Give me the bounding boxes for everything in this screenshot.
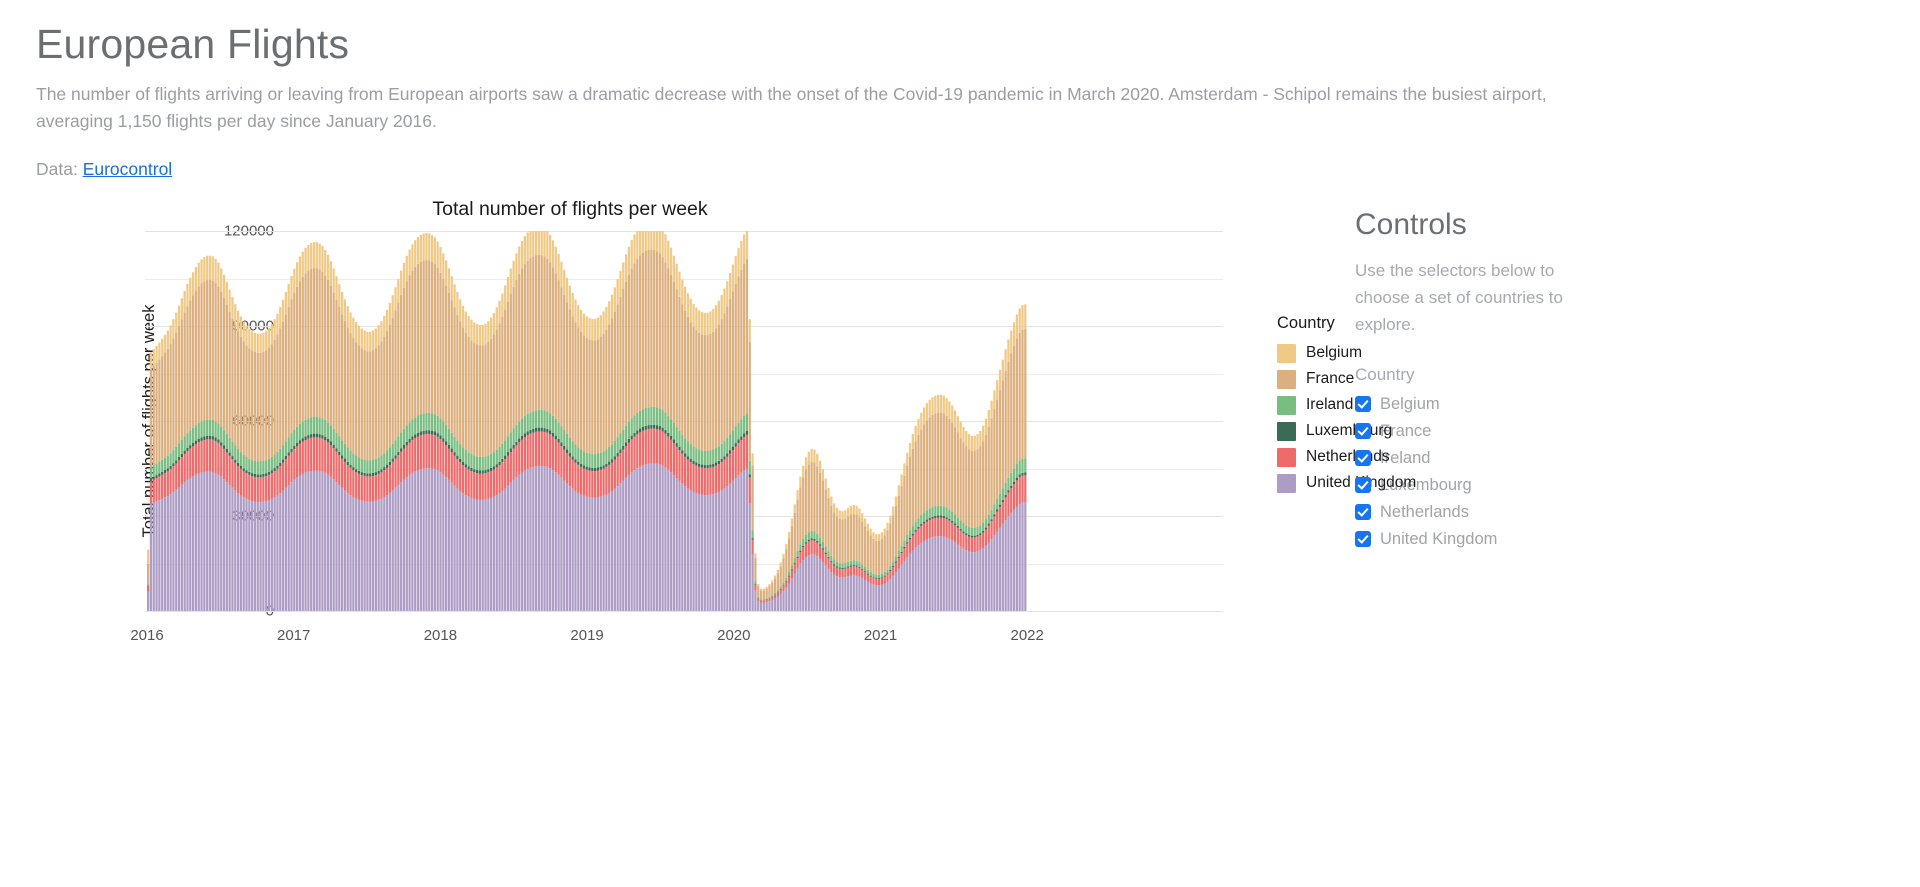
- checkbox-box[interactable]: [1355, 396, 1371, 413]
- legend-item-label: Belgium: [1306, 344, 1362, 362]
- eurocontrol-link[interactable]: Eurocontrol: [83, 159, 173, 179]
- legend-item[interactable]: Ireland: [1277, 392, 1517, 418]
- x-tick-label: 2018: [423, 627, 458, 645]
- page-header: European Flights The number of flights a…: [0, 0, 1920, 180]
- legend-item[interactable]: Luxembourg: [1277, 418, 1517, 444]
- data-source-line: Data: Eurocontrol: [36, 159, 1920, 180]
- legend-item-label: Ireland: [1306, 396, 1354, 414]
- bars-svg: [147, 231, 1027, 612]
- checkbox-box[interactable]: [1355, 423, 1371, 440]
- x-tick-label: 2020: [717, 627, 751, 645]
- checkbox-box[interactable]: [1355, 531, 1371, 548]
- legend-item-label: France: [1306, 370, 1355, 388]
- checkbox-box[interactable]: [1355, 504, 1371, 521]
- x-tick-label: 2022: [1010, 627, 1044, 645]
- plot-area: Total number of flights per week 0300006…: [130, 223, 1350, 644]
- legend-item-label: Netherlands: [1306, 448, 1390, 466]
- controls-title: Controls: [1355, 208, 1467, 242]
- checkbox-label: Netherlands: [1380, 502, 1469, 521]
- legend-item[interactable]: United Kingdom: [1277, 470, 1517, 496]
- checkbox-box[interactable]: [1355, 477, 1371, 494]
- legend-color-swatch: [1277, 395, 1296, 415]
- legend-title: Country: [1277, 314, 1335, 333]
- legend-item[interactable]: Netherlands: [1277, 444, 1517, 470]
- legend-color-swatch: [1277, 343, 1296, 363]
- legend-rows: Belgium France Ireland Luxembourg Netherland…: [1277, 340, 1517, 496]
- page-title: European Flights: [36, 21, 350, 67]
- chart-legend: Country Belgium France Ireland Luxembourg Ne…: [1277, 314, 1517, 496]
- legend-item-label: Luxembourg: [1306, 422, 1393, 440]
- legend-color-swatch: [1277, 369, 1296, 389]
- x-tick-label: 2016: [130, 627, 164, 645]
- legend-item[interactable]: France: [1277, 366, 1517, 392]
- legend-color-swatch: [1277, 447, 1296, 467]
- chart-title: Total number of flights per week: [432, 198, 708, 221]
- country-checkbox-netherlands[interactable]: Netherlands: [1355, 499, 1755, 526]
- legend-color-swatch: [1277, 473, 1296, 493]
- main-area: Total number of flights per week Total n…: [0, 198, 1920, 644]
- legend-color-swatch: [1277, 421, 1296, 441]
- x-tick-label: 2019: [570, 627, 604, 645]
- x-tick-label: 2021: [863, 627, 898, 645]
- data-source-label: Data:: [36, 159, 83, 180]
- gridline: [145, 611, 1223, 613]
- legend-item[interactable]: Belgium: [1277, 340, 1517, 366]
- country-checkbox-united-kingdom[interactable]: United Kingdom: [1355, 526, 1755, 553]
- page-description: The number of flights arriving or leavin…: [36, 84, 1547, 132]
- chart-panel: Total number of flights per week Total n…: [0, 198, 1416, 644]
- checkbox-box[interactable]: [1355, 450, 1371, 467]
- checkbox-label: United Kingdom: [1380, 529, 1498, 548]
- stacked-bars: [145, 231, 1223, 612]
- x-tick-label: 2017: [277, 627, 311, 645]
